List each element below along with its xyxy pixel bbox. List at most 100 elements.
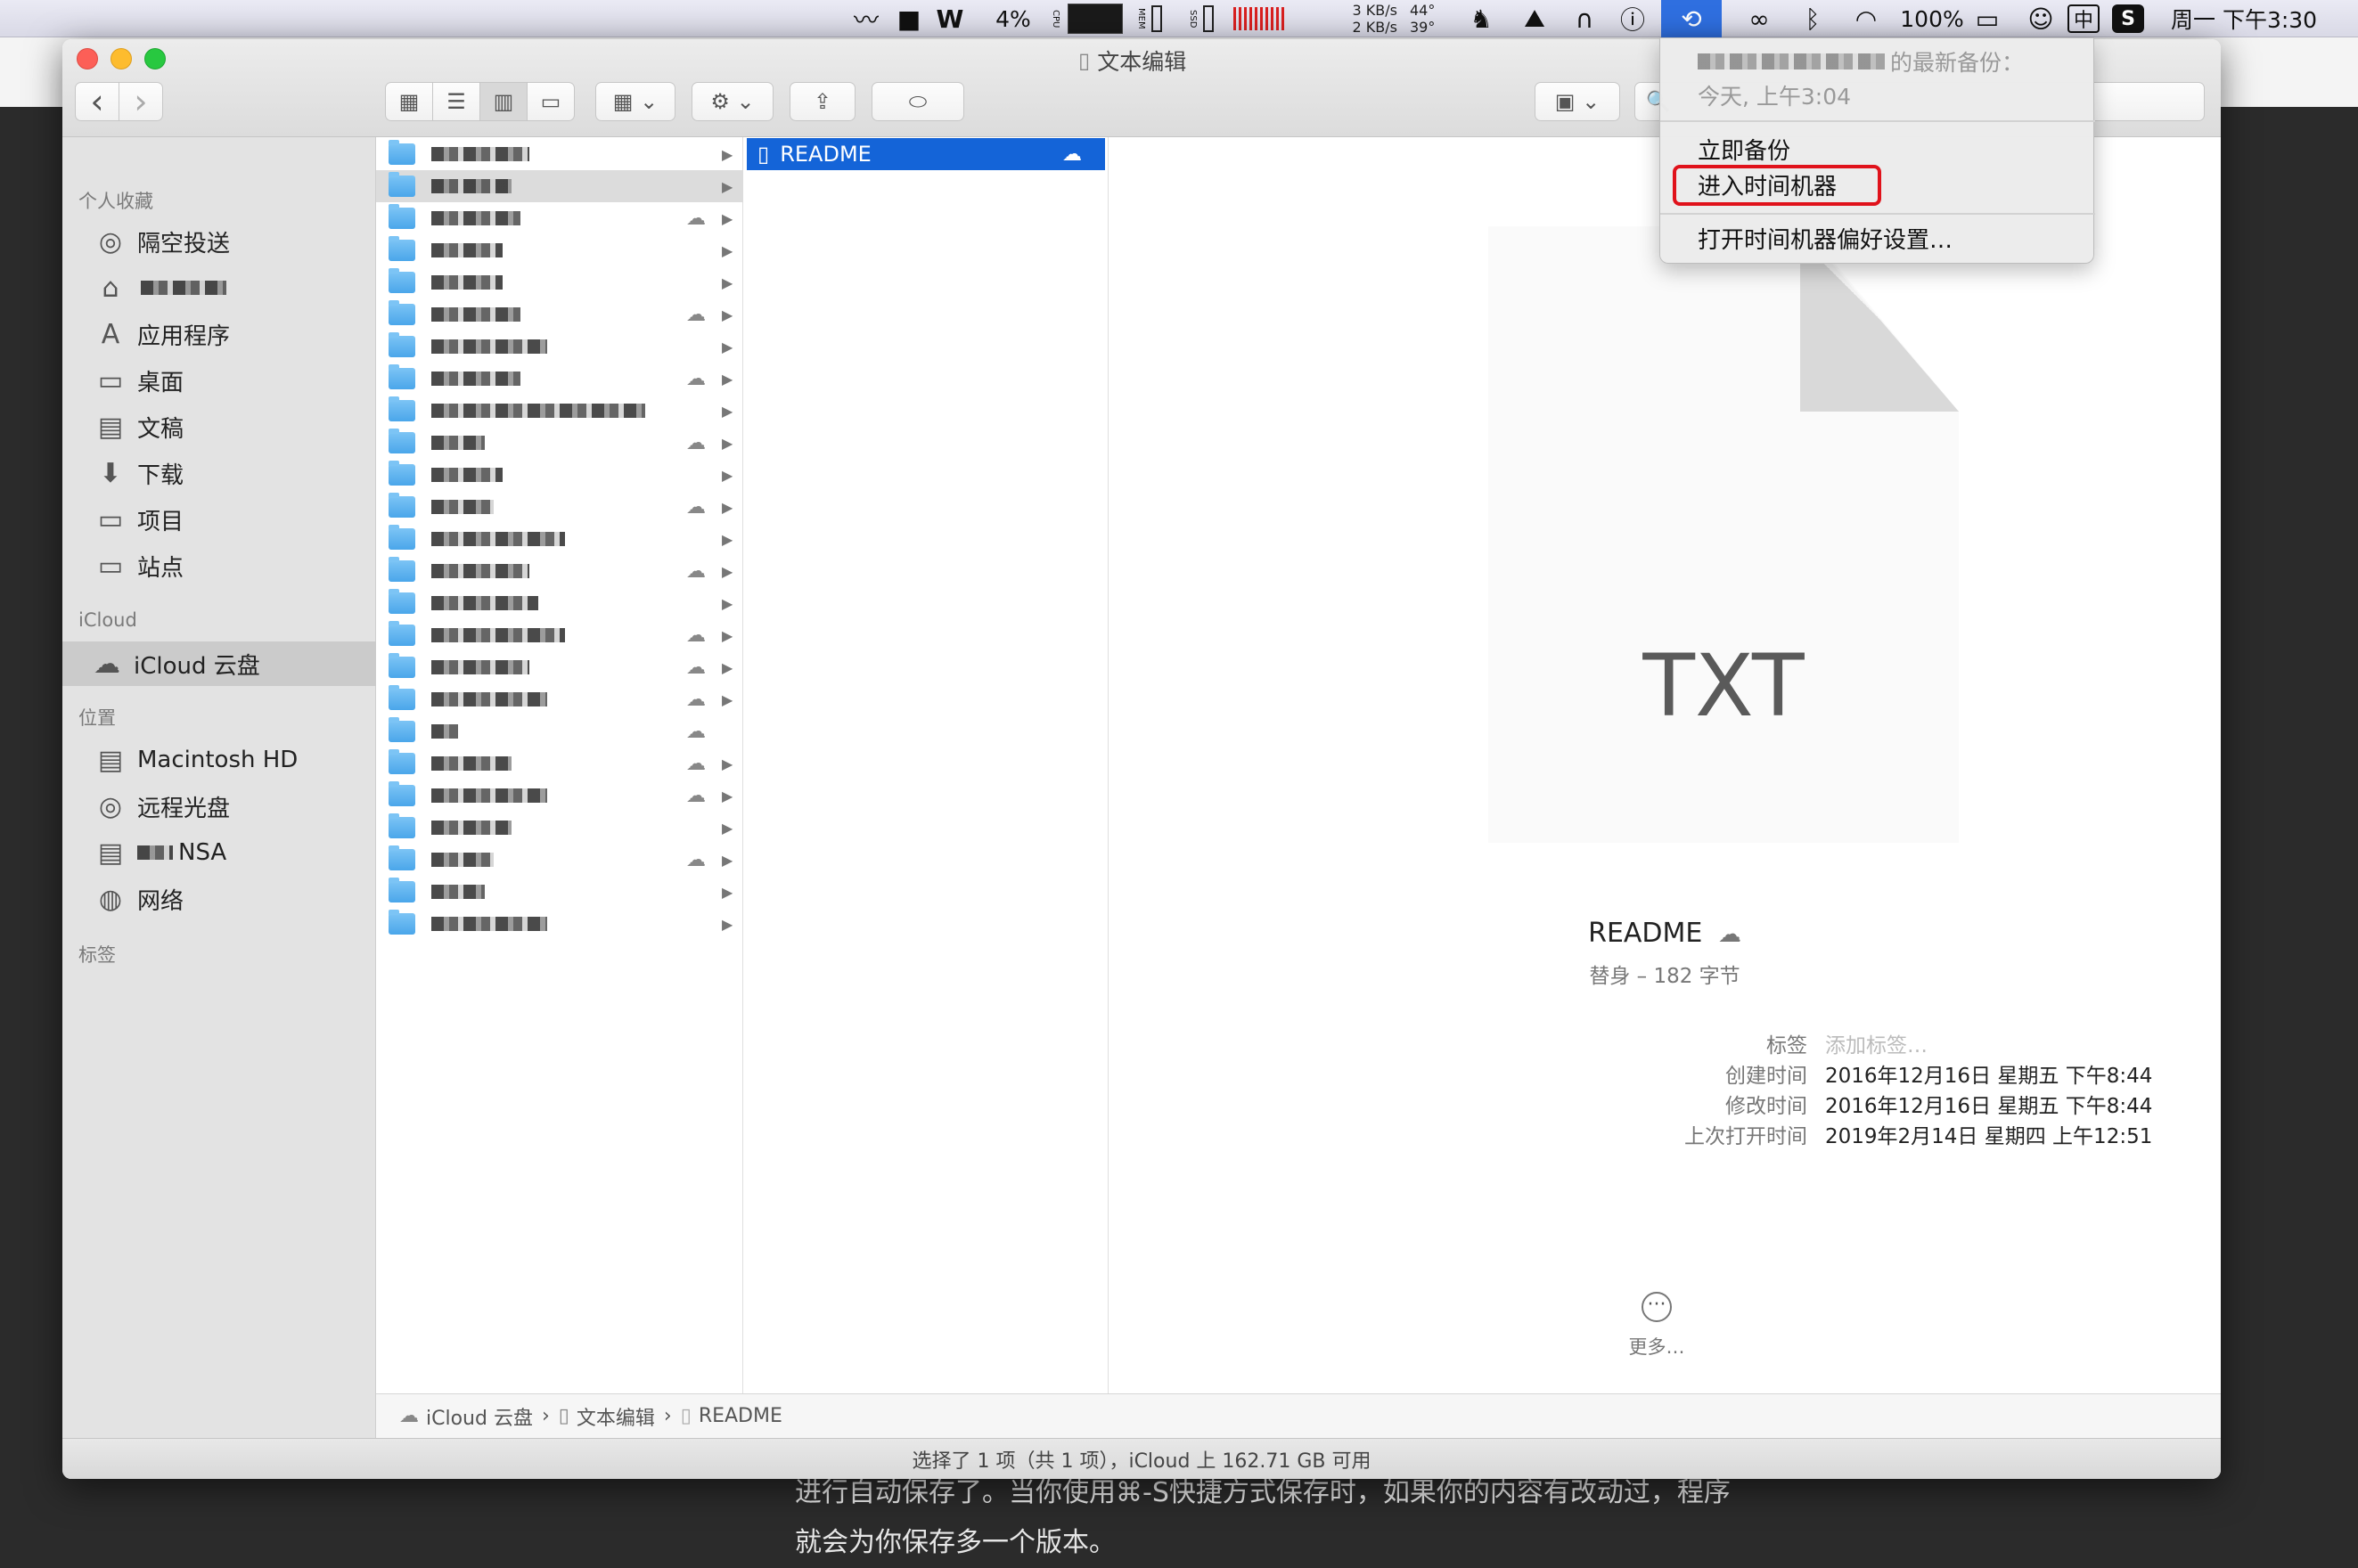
close-button[interactable] [77,48,98,69]
list-item[interactable]: ☁ ▶ [376,427,743,459]
sidebar-item-home[interactable]: ⌂ [62,265,376,310]
time-machine-icon[interactable]: ⟲ [1661,0,1722,37]
sidebar-item-airdrop[interactable]: ◎ 隔空投送 [62,219,376,264]
sidebar-item-sites[interactable]: ▭ 站点 [62,543,376,588]
path-item-folder[interactable]: 文本编辑 [577,1402,655,1431]
cloud-download-icon[interactable]: ☁ [686,432,706,454]
tag-button[interactable]: ⬭ [872,82,964,121]
share-button[interactable]: ⇪ [790,82,856,121]
list-item[interactable]: ▶ [376,331,743,363]
cloud-download-icon[interactable]: ☁ [686,368,706,390]
emoji-icon[interactable]: ☺ [2025,0,2057,37]
sidebar-item-applications[interactable]: A 应用程序 [62,312,376,356]
path-item-icloud[interactable]: iCloud 云盘 [426,1402,533,1431]
network-speed[interactable]: 3 KB/s 2 KB/s [1344,2,1397,36]
list-item[interactable]: ▶ [376,395,743,427]
info-icon[interactable]: ⓘ [1615,0,1650,37]
headphones-icon[interactable]: ∩ [1567,0,1602,37]
sidebar-item-remote-disc[interactable]: ◎ 远程光盘 [62,784,376,829]
list-item[interactable]: ☁ ▶ [376,555,743,587]
sidebar-item-documents[interactable]: ▤ 文稿 [62,404,376,449]
cloud-download-icon[interactable]: ☁ [686,657,706,679]
group-button[interactable]: ▦ ⌄ [595,82,675,121]
more-icon[interactable]: ··· [1642,1292,1672,1322]
mem-gauge[interactable] [1151,5,1162,32]
wifi-icon[interactable]: ◠ [1846,0,1886,37]
sogou-icon[interactable]: S [2112,4,2144,33]
battery-percent[interactable]: 100% [1900,0,1963,37]
ssd-gauge[interactable] [1203,5,1214,32]
action-button[interactable]: ⚙ ⌄ [692,82,774,121]
list-item[interactable]: ▶ [376,170,743,202]
list-item[interactable]: ▶ [376,812,743,844]
list-item[interactable]: ☁ ▶ [376,683,743,715]
sidebar-item-desktop[interactable]: ▭ 桌面 [62,358,376,403]
dropbox-button[interactable]: ▣ ⌄ [1535,82,1620,121]
display-icon[interactable]: ⛰ [1517,0,1552,37]
enter-time-machine-item[interactable]: 进入时间机器 [1698,168,1837,201]
list-item[interactable]: ☁ ▶ [376,844,743,876]
sidebar-item-downloads[interactable]: ⬇ 下载 [62,451,376,495]
list-item[interactable]: ☁ ▶ [376,651,743,683]
cloud-download-icon[interactable]: ☁ [1718,921,1741,948]
list-item[interactable]: ☁ ▶ [376,202,743,234]
bookmark-icon[interactable]: ■ [893,0,925,37]
list-item[interactable]: ▶ [376,908,743,940]
rss-feed-icon[interactable]: 〰 [847,0,886,37]
cloud-download-icon[interactable]: ☁ [686,496,706,519]
back-up-now-item[interactable]: 立即备份 [1698,133,1790,166]
list-item[interactable]: ☁ ▶ [376,780,743,812]
list-item-readme[interactable]: ▯ README ☁ [747,138,1105,170]
view-columns-button[interactable]: ▥ [479,82,528,121]
cloud-download-icon[interactable]: ☁ [686,785,706,807]
open-time-machine-preferences-item[interactable]: 打开时间机器偏好设置… [1698,222,1953,255]
bluetooth-icon[interactable]: ᛒ [1797,0,1829,37]
list-item[interactable]: ☁ ▶ [376,619,743,651]
list-item[interactable]: ▶ [376,459,743,491]
forward-button[interactable]: › [119,82,163,121]
cloud-download-icon[interactable]: ☁ [686,753,706,775]
cloud-download-icon[interactable]: ☁ [686,304,706,326]
path-item-file[interactable]: README [699,1405,782,1427]
back-button[interactable]: ‹ [75,82,119,121]
list-item[interactable]: ▶ [376,138,743,170]
cloud-download-icon[interactable]: ☁ [1062,143,1082,166]
cloud-download-icon[interactable]: ☁ [686,721,706,743]
minimize-button[interactable] [111,48,132,69]
sidebar-item-macintosh-hd[interactable]: ▤ Macintosh HD [62,738,376,782]
list-item[interactable]: ▶ [376,234,743,266]
cloud-download-icon[interactable]: ☁ [686,560,706,583]
list-item[interactable]: ☁ ▶ [376,491,743,523]
list-item[interactable]: ☁ [376,715,743,747]
cloud-download-icon[interactable]: ☁ [686,625,706,647]
view-list-button[interactable]: ☰ [432,82,480,121]
list-item[interactable]: ▶ [376,587,743,619]
qq-icon[interactable]: ♞ [1465,0,1497,37]
sidebar-item-network[interactable]: ◍ 网络 [62,877,376,921]
input-method[interactable]: 中 [2067,4,2100,33]
list-item[interactable]: ☁ ▶ [376,747,743,780]
zoom-button[interactable] [144,48,166,69]
cloud-download-icon[interactable]: ☁ [686,689,706,711]
list-item[interactable]: ☁ ▶ [376,298,743,331]
sidebar-item-icloud-drive[interactable]: ☁ iCloud 云盘 [62,641,376,686]
list-item[interactable]: ▶ [376,876,743,908]
view-gallery-button[interactable]: ▭ [527,82,575,121]
clock[interactable]: 周一 下午3:30 [2171,0,2349,37]
sidebar-item-projects[interactable]: ▭ 项目 [62,497,376,542]
list-item[interactable]: ▶ [376,266,743,298]
list-item[interactable]: ▶ [376,523,743,555]
view-icons-button[interactable]: ▦ [385,82,433,121]
cloud-download-icon[interactable]: ☁ [686,208,706,230]
w-app-icon[interactable]: W [932,0,968,37]
cloud-download-icon[interactable]: ☁ [686,849,706,871]
network-graph[interactable] [1233,7,1287,30]
add-tags-field[interactable]: 添加标签… [1825,1028,1928,1058]
temperature[interactable]: 44° 39° [1410,2,1445,36]
sidebar-item-nsa[interactable]: ▤ NSA [62,830,376,875]
cpu-graph[interactable] [1068,4,1123,34]
battery-icon[interactable]: ▭ [1964,0,2010,37]
creative-cloud-icon[interactable]: ∞ [1738,0,1781,37]
list-item[interactable]: ☁ ▶ [376,363,743,395]
cpu-percent[interactable]: 4% [989,0,1037,37]
